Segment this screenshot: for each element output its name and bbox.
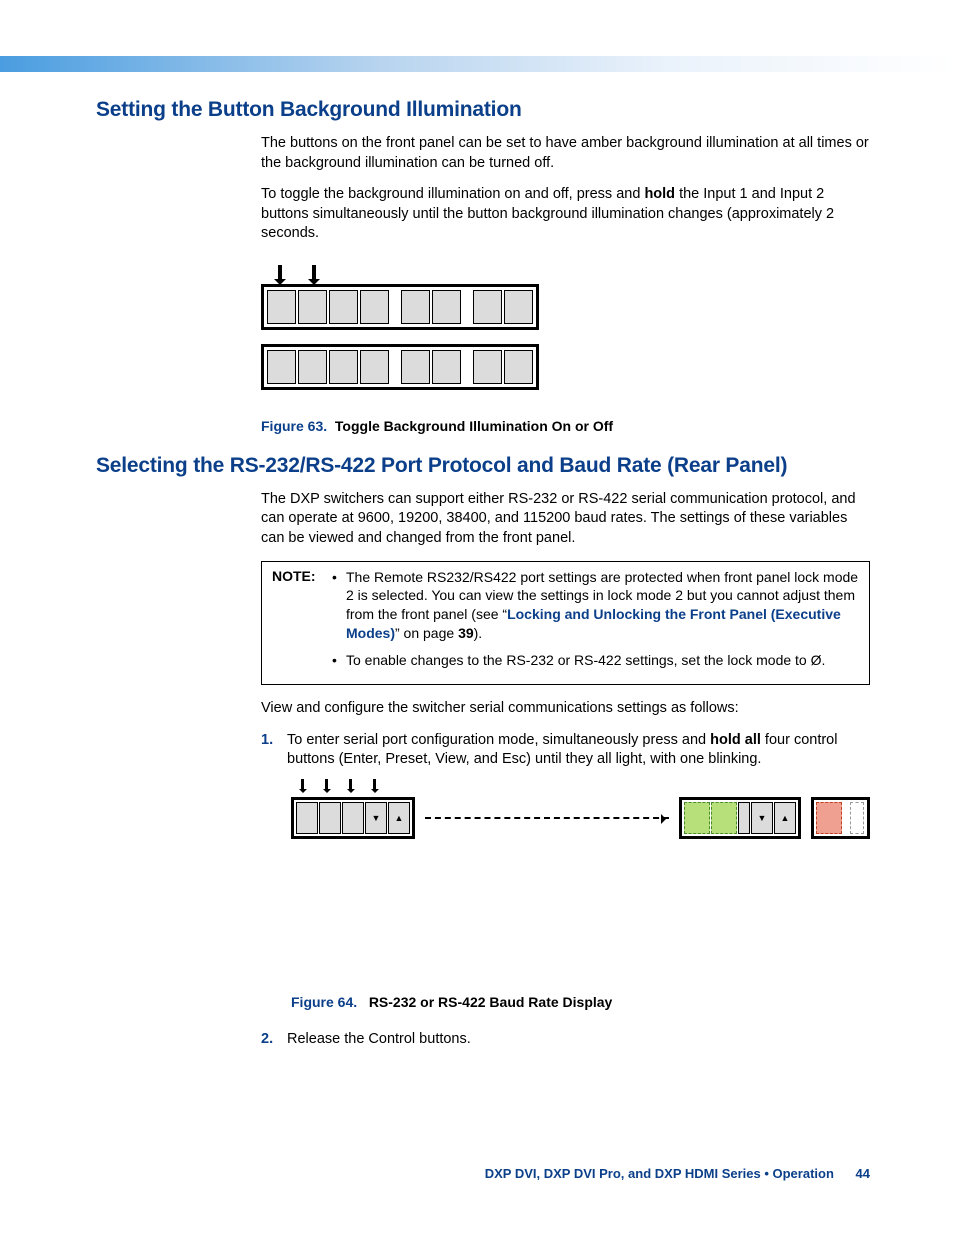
section2-p1: The DXP switchers can support either RS-…: [261, 490, 870, 549]
note-box: NOTE: • The Remote RS232/RS422 port sett…: [261, 561, 870, 685]
arrow-down-icon: [278, 265, 282, 279]
control-panel-lit: ▼ ▲: [679, 797, 801, 839]
figure-63: [261, 284, 539, 390]
panel-button: [473, 350, 502, 384]
panel-button: [432, 290, 461, 324]
step-1: 1. To enter serial port configuration mo…: [261, 731, 870, 770]
figure-number: Figure 63.: [261, 418, 327, 434]
triangle-up-icon: ▲: [388, 802, 410, 834]
page-number: 44: [856, 1166, 870, 1181]
display-segment-blink: [816, 802, 842, 834]
control-button: [843, 802, 849, 834]
section1-heading: Setting the Button Background Illuminati…: [96, 98, 870, 122]
page-footer: DXP DVI, DXP DVI Pro, and DXP HDMI Serie…: [485, 1166, 870, 1181]
panel-button: [298, 350, 327, 384]
bold-hold: hold: [644, 186, 675, 202]
panel-button: [504, 290, 533, 324]
figure-64: ▼ ▲ ▼ ▲: [291, 792, 870, 844]
note-label: NOTE:: [272, 568, 332, 678]
figure-title: RS-232 or RS-422 Baud Rate Display: [369, 994, 613, 1010]
text: ” on page: [395, 625, 458, 641]
triangle-up-icon: ▲: [774, 802, 796, 834]
arrow-down-icon: [325, 779, 328, 789]
section1-p1: The buttons on the front panel can be se…: [261, 134, 870, 173]
section1-p2: To toggle the background illumination on…: [261, 185, 870, 244]
control-button: [296, 802, 318, 834]
control-panel-initial: ▼ ▲: [291, 797, 415, 839]
arrow-down-icon: [301, 779, 304, 789]
step-text: Release the Control buttons.: [287, 1030, 870, 1050]
panel-button: [360, 290, 389, 324]
triangle-down-icon: ▼: [365, 802, 387, 834]
panel-top: [261, 284, 539, 330]
display-segment: [684, 802, 710, 834]
panel-button: [432, 350, 461, 384]
section2-heading: Selecting the RS-232/RS-422 Port Protoco…: [96, 454, 870, 478]
text: To enter serial port configuration mode,…: [287, 732, 710, 748]
panel-button: [298, 290, 327, 324]
panel-button: [504, 350, 533, 384]
bullet-icon: •: [332, 568, 346, 644]
control-button: [319, 802, 341, 834]
panel-bottom: [261, 344, 539, 390]
page-ref: 39: [458, 625, 474, 641]
display-segment: [711, 802, 737, 834]
header-gradient: [0, 56, 954, 72]
display-segment: [850, 802, 864, 834]
panel-button: [401, 350, 430, 384]
note-item-2: To enable changes to the RS-232 or RS-42…: [346, 651, 859, 670]
control-button: [342, 802, 364, 834]
arrow-down-icon: [349, 779, 352, 789]
footer-text: DXP DVI, DXP DVI Pro, and DXP HDMI Serie…: [485, 1166, 834, 1181]
triangle-down-icon: ▼: [751, 802, 773, 834]
panel-button: [329, 350, 358, 384]
bold-hold-all: hold all: [710, 732, 761, 748]
arrow-down-icon: [312, 265, 316, 279]
panel-button: [473, 290, 502, 324]
panel-button: [329, 290, 358, 324]
note-item-1: The Remote RS232/RS422 port settings are…: [346, 568, 859, 644]
step-number: 1.: [261, 731, 287, 770]
figure-64-caption: Figure 64. RS-232 or RS-422 Baud Rate Di…: [291, 994, 870, 1010]
step-number: 2.: [261, 1030, 287, 1050]
figure-number: Figure 64.: [291, 994, 357, 1010]
panel-button: [401, 290, 430, 324]
bullet-icon: •: [332, 651, 346, 670]
step-2: 2. Release the Control buttons.: [261, 1030, 870, 1050]
figure-63-caption: Figure 63. Toggle Background Illuminatio…: [261, 418, 870, 434]
arrow-down-icon: [373, 779, 376, 789]
text: To toggle the background illumination on…: [261, 186, 644, 202]
section2-p2: View and configure the switcher serial c…: [261, 699, 870, 719]
text: ).: [474, 625, 483, 641]
control-panel-blinking: [811, 797, 870, 839]
figure-title: Toggle Background Illumination On or Off: [335, 418, 613, 434]
panel-button: [267, 350, 296, 384]
panel-button: [267, 290, 296, 324]
arrow-right-icon: [425, 817, 669, 819]
panel-button: [360, 350, 389, 384]
control-button: [738, 802, 750, 834]
